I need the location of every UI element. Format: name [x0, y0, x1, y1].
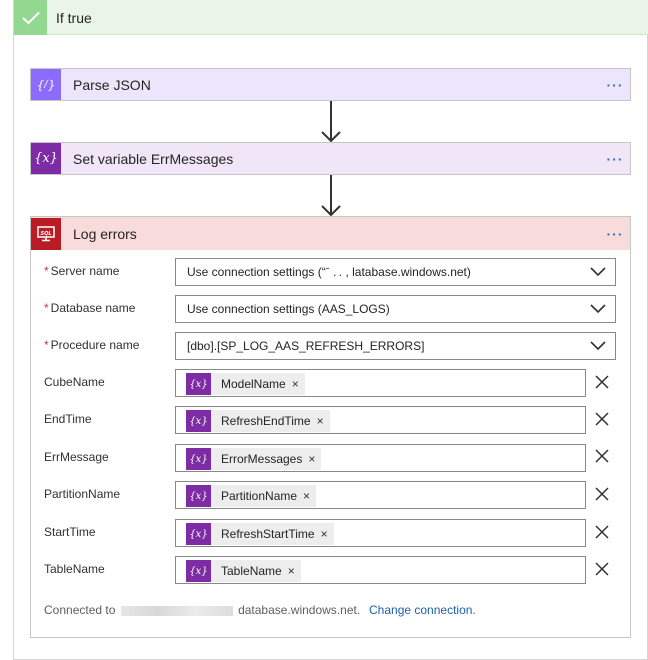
- token-label: TableName: [221, 564, 282, 578]
- set-variable-title: Set variable ErrMessages: [73, 150, 234, 167]
- partitionname-input[interactable]: {x} PartitionName ×: [175, 481, 586, 509]
- arrow-down-icon: [321, 101, 341, 143]
- dynamic-token[interactable]: {x} RefreshEndTime ×: [186, 410, 330, 432]
- connection-suffix: database.windows.net.: [238, 603, 361, 617]
- close-icon[interactable]: [594, 448, 610, 464]
- ellipsis-icon[interactable]: ···: [600, 77, 630, 93]
- log-errors-title: Log errors: [73, 225, 137, 242]
- variable-icon: {x}: [186, 560, 211, 582]
- connection-info: Connected to database.windows.net.: [44, 603, 360, 617]
- token-remove-icon[interactable]: ×: [311, 414, 330, 428]
- variable-icon: {x}: [186, 373, 211, 395]
- starttime-label: StartTime: [44, 525, 96, 539]
- sql-icon-text: SQL: [40, 231, 51, 237]
- partitionname-label: PartitionName: [44, 487, 121, 501]
- token-label: PartitionName: [221, 489, 298, 503]
- token-label: ErrorMessages: [221, 452, 303, 466]
- scope-header[interactable]: If true: [14, 0, 648, 35]
- variable-icon: {x}: [186, 448, 211, 470]
- token-remove-icon[interactable]: ×: [286, 377, 305, 391]
- dynamic-token[interactable]: {x} ModelName ×: [186, 373, 305, 395]
- token-remove-icon[interactable]: ×: [282, 564, 301, 578]
- starttime-input[interactable]: {x} RefreshStartTime ×: [175, 519, 586, 547]
- sql-icon: SQL: [31, 217, 61, 250]
- variable-icon: {x}: [186, 485, 211, 507]
- set-variable-card[interactable]: {x} Set variable ErrMessages ···: [30, 142, 631, 175]
- procedure-name-dropdown[interactable]: [dbo].[SP_LOG_AAS_REFRESH_ERRORS]: [175, 332, 616, 360]
- database-name-dropdown[interactable]: Use connection settings (AAS_LOGS): [175, 295, 616, 323]
- token-label: ModelName: [221, 377, 286, 391]
- dynamic-token[interactable]: {x} PartitionName ×: [186, 485, 317, 507]
- server-name-label: * Server name: [44, 264, 120, 278]
- token-remove-icon[interactable]: ×: [302, 452, 321, 466]
- close-icon[interactable]: [594, 374, 610, 390]
- procedure-name-label: * Procedure name: [44, 338, 140, 352]
- dynamic-token[interactable]: {x} ErrorMessages ×: [186, 448, 322, 470]
- tablename-input[interactable]: {x} TableName ×: [175, 556, 586, 584]
- log-errors-card[interactable]: SQL Log errors ···: [30, 216, 631, 250]
- close-icon[interactable]: [594, 561, 610, 577]
- token-remove-icon[interactable]: ×: [315, 527, 334, 541]
- server-name-dropdown[interactable]: Use connection settings (“ˉ . . , lataba…: [175, 258, 616, 286]
- redacted-server: [120, 605, 233, 616]
- json-braces-icon: {/}: [31, 69, 61, 100]
- endtime-input[interactable]: {x} RefreshEndTime ×: [175, 406, 586, 434]
- close-icon[interactable]: [594, 524, 610, 540]
- parse-json-card[interactable]: {/} Parse JSON ···: [30, 68, 631, 101]
- close-icon[interactable]: [594, 486, 610, 502]
- variable-icon: {x}: [186, 410, 211, 432]
- variable-icon: {x}: [186, 523, 211, 545]
- database-name-value: Use connection settings (AAS_LOGS): [187, 302, 390, 316]
- parse-json-title: Parse JSON: [73, 76, 151, 93]
- token-remove-icon[interactable]: ×: [297, 489, 316, 503]
- errmessage-label: ErrMessage: [44, 450, 109, 464]
- connection-prefix: Connected to: [44, 603, 116, 617]
- token-label: RefreshStartTime: [221, 527, 315, 541]
- database-name-label: * Database name: [44, 301, 136, 315]
- server-name-value: Use connection settings (“ˉ . . , lataba…: [187, 265, 471, 279]
- chevron-down-icon: [590, 304, 606, 314]
- ellipsis-icon[interactable]: ···: [600, 226, 630, 242]
- scope-title: If true: [56, 10, 92, 26]
- change-connection-link[interactable]: Change connection.: [369, 603, 476, 617]
- dynamic-token[interactable]: {x} RefreshStartTime ×: [186, 523, 334, 545]
- checkmark-icon: [14, 0, 47, 35]
- cubename-label: CubeName: [44, 375, 105, 389]
- chevron-down-icon: [590, 341, 606, 351]
- chevron-down-icon: [590, 267, 606, 277]
- cubename-input[interactable]: {x} ModelName ×: [175, 369, 586, 397]
- dynamic-token[interactable]: {x} TableName ×: [186, 560, 301, 582]
- procedure-name-value: [dbo].[SP_LOG_AAS_REFRESH_ERRORS]: [187, 339, 425, 353]
- errmessage-input[interactable]: {x} ErrorMessages ×: [175, 444, 586, 472]
- close-icon[interactable]: [594, 411, 610, 427]
- tablename-label: TableName: [44, 562, 105, 576]
- variable-icon: {x}: [31, 143, 61, 174]
- ellipsis-icon[interactable]: ···: [600, 151, 630, 167]
- arrow-down-icon: [321, 175, 341, 217]
- token-label: RefreshEndTime: [221, 414, 311, 428]
- endtime-label: EndTime: [44, 412, 92, 426]
